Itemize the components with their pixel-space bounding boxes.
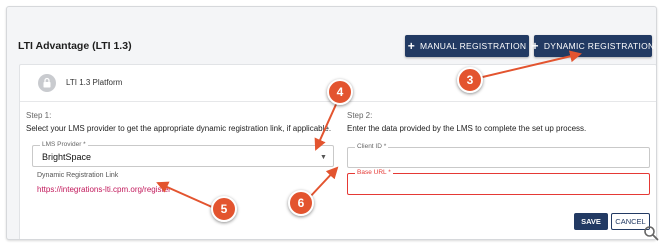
annotation-badge-3: 3: [457, 67, 483, 93]
annotation-badge-5: 5: [211, 196, 237, 222]
annotation-badge-4: 4: [327, 79, 353, 105]
annotation-arrows: [156, 50, 582, 208]
arrow-3: [469, 50, 582, 81]
arrow-4: [314, 99, 339, 151]
annotation-badge-6: 6: [288, 190, 314, 216]
magnifier-icon[interactable]: [643, 225, 659, 246]
arrow-6: [307, 166, 339, 200]
arrow-5: [156, 181, 213, 208]
